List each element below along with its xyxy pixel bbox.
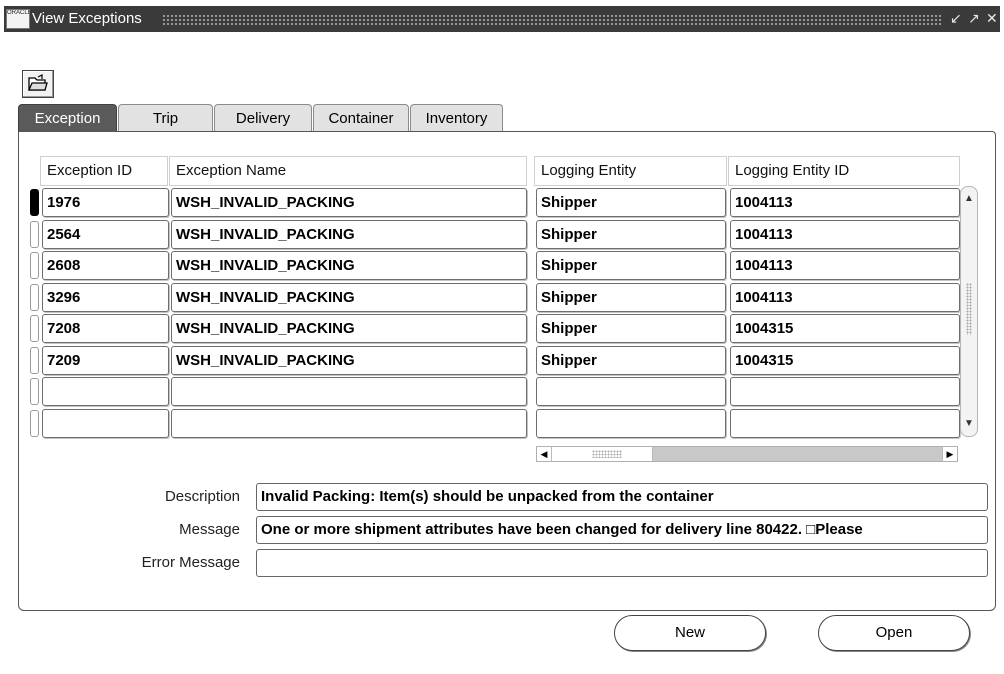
row-indicator[interactable] [30, 346, 39, 374]
cell-exception-id[interactable] [42, 408, 169, 438]
col-header-logging-entity: Logging Entity [534, 156, 727, 186]
scroll-up-icon[interactable]: ▲ [963, 193, 975, 205]
cell-exception-name[interactable]: WSH_INVALID_PACKING [171, 345, 527, 375]
error-message-field[interactable] [256, 549, 988, 577]
cell-exception-name[interactable]: WSH_INVALID_PACKING [171, 188, 527, 217]
description-field[interactable]: Invalid Packing: Item(s) should be unpac… [256, 483, 988, 511]
cell-logging-entity-id[interactable]: 1004113 [730, 251, 960, 280]
cell-exception-id[interactable]: 2608 [42, 251, 169, 280]
horizontal-scrollbar[interactable]: ◀ ▶ [536, 446, 958, 462]
tab-container[interactable]: Container [313, 104, 409, 132]
message-label: Message [179, 521, 240, 538]
row-indicator[interactable] [30, 315, 39, 342]
window-title: View Exceptions [32, 10, 142, 27]
cell-exception-name[interactable]: WSH_INVALID_PACKING [171, 251, 527, 280]
cell-exception-name[interactable]: WSH_INVALID_PACKING [171, 219, 527, 249]
cell-exception-name[interactable]: WSH_INVALID_PACKING [171, 282, 527, 312]
cell-logging-entity-id[interactable] [730, 408, 960, 438]
tab-inventory[interactable]: Inventory [410, 104, 503, 132]
tab-exception[interactable]: Exception [18, 104, 117, 133]
cell-logging-entity-id[interactable]: 1004113 [730, 282, 960, 312]
cell-exception-name[interactable] [171, 377, 527, 406]
cell-logging-entity-id[interactable] [730, 377, 960, 406]
scroll-down-icon[interactable]: ▼ [963, 418, 975, 430]
row-indicator[interactable] [30, 189, 39, 216]
error-message-label: Error Message [141, 554, 240, 571]
scroll-grip[interactable] [966, 283, 972, 335]
message-field[interactable]: One or more shipment attributes have bee… [256, 516, 988, 544]
open-folder-button[interactable] [22, 70, 54, 98]
description-label: Description [164, 488, 240, 505]
row-indicator[interactable] [30, 409, 39, 437]
cell-logging-entity[interactable]: Shipper [536, 345, 726, 375]
scroll-left-icon[interactable]: ◀ [537, 447, 552, 461]
tab-delivery[interactable]: Delivery [214, 104, 312, 132]
scroll-thumb[interactable] [552, 447, 653, 461]
cell-logging-entity[interactable] [536, 408, 726, 438]
cell-exception-id[interactable]: 2564 [42, 219, 169, 249]
window-title-bar: ORACLE View Exceptions ↙ ↗ ✕ [4, 6, 1000, 32]
title-bar-pattern [162, 14, 942, 25]
tab-trip[interactable]: Trip [118, 104, 213, 132]
cell-exception-name[interactable]: WSH_INVALID_PACKING [171, 314, 527, 343]
col-header-logging-entity-id: Logging Entity ID [728, 156, 960, 186]
row-indicator[interactable] [30, 220, 39, 248]
vertical-scrollbar[interactable]: ▲ ▼ [960, 186, 978, 437]
row-indicator[interactable] [30, 252, 39, 279]
cell-exception-id[interactable]: 7209 [42, 345, 169, 375]
close-icon[interactable]: ✕ [986, 10, 998, 27]
cell-logging-entity[interactable]: Shipper [536, 282, 726, 312]
cell-logging-entity[interactable]: Shipper [536, 251, 726, 280]
scroll-track[interactable] [653, 447, 942, 461]
minimize-icon[interactable]: ↙ [950, 10, 962, 27]
thumb-grip [592, 450, 622, 458]
col-header-exception-name: Exception Name [169, 156, 527, 186]
maximize-icon[interactable]: ↗ [968, 10, 980, 27]
cell-exception-id[interactable]: 1976 [42, 188, 169, 217]
cell-logging-entity[interactable]: Shipper [536, 188, 726, 217]
folder-open-icon [28, 74, 48, 91]
cell-exception-id[interactable]: 7208 [42, 314, 169, 343]
cell-logging-entity[interactable]: Shipper [536, 314, 726, 343]
cell-logging-entity[interactable]: Shipper [536, 219, 726, 249]
scroll-right-icon[interactable]: ▶ [942, 447, 957, 461]
row-indicator[interactable] [30, 283, 39, 311]
open-button[interactable]: Open [818, 615, 970, 651]
new-button[interactable]: New [614, 615, 766, 651]
cell-logging-entity-id[interactable]: 1004113 [730, 188, 960, 217]
col-header-exception-id: Exception ID [40, 156, 168, 186]
cell-logging-entity-id[interactable]: 1004113 [730, 219, 960, 249]
oracle-logo-icon: ORACLE [6, 9, 30, 29]
row-indicator[interactable] [30, 378, 39, 405]
cell-exception-name[interactable] [171, 408, 527, 438]
cell-exception-id[interactable] [42, 377, 169, 406]
cell-logging-entity[interactable] [536, 377, 726, 406]
cell-exception-id[interactable]: 3296 [42, 282, 169, 312]
cell-logging-entity-id[interactable]: 1004315 [730, 345, 960, 375]
cell-logging-entity-id[interactable]: 1004315 [730, 314, 960, 343]
